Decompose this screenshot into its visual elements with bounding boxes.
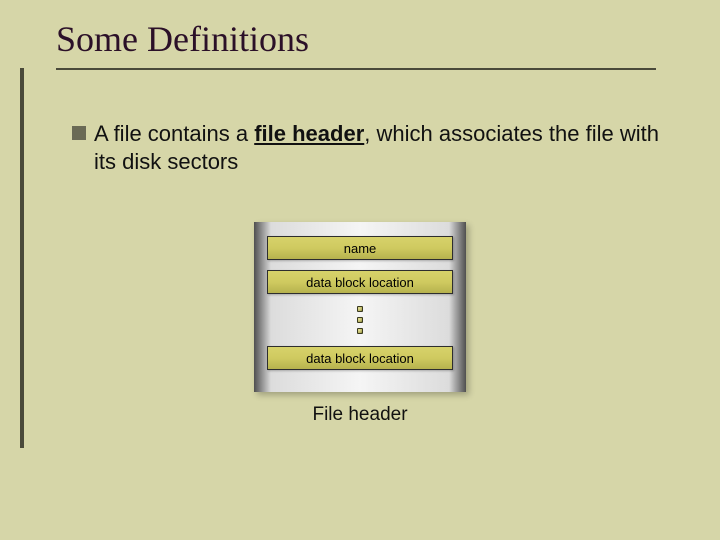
bullet-prefix: A file contains a <box>94 121 254 146</box>
slide-title: Some Definitions <box>56 18 309 60</box>
ellipsis-dots <box>357 306 363 334</box>
bullet-term: file header <box>254 121 364 146</box>
field-data-block-a: data block location <box>267 270 453 294</box>
field-data-block-b: data block location <box>267 346 453 370</box>
bullet-text: A file contains a file header, which ass… <box>94 120 672 175</box>
field-name: name <box>267 236 453 260</box>
figure-caption: File header <box>254 404 466 426</box>
dot-icon <box>357 306 363 312</box>
slide: Some Definitions A file contains a file … <box>0 0 720 540</box>
file-header-figure: name data block location data block loca… <box>254 222 466 392</box>
dot-icon <box>357 328 363 334</box>
side-rule <box>20 68 24 448</box>
bullet-square-icon <box>72 126 86 140</box>
dot-icon <box>357 317 363 323</box>
bullet-item: A file contains a file header, which ass… <box>72 120 672 175</box>
title-underline <box>56 68 656 70</box>
